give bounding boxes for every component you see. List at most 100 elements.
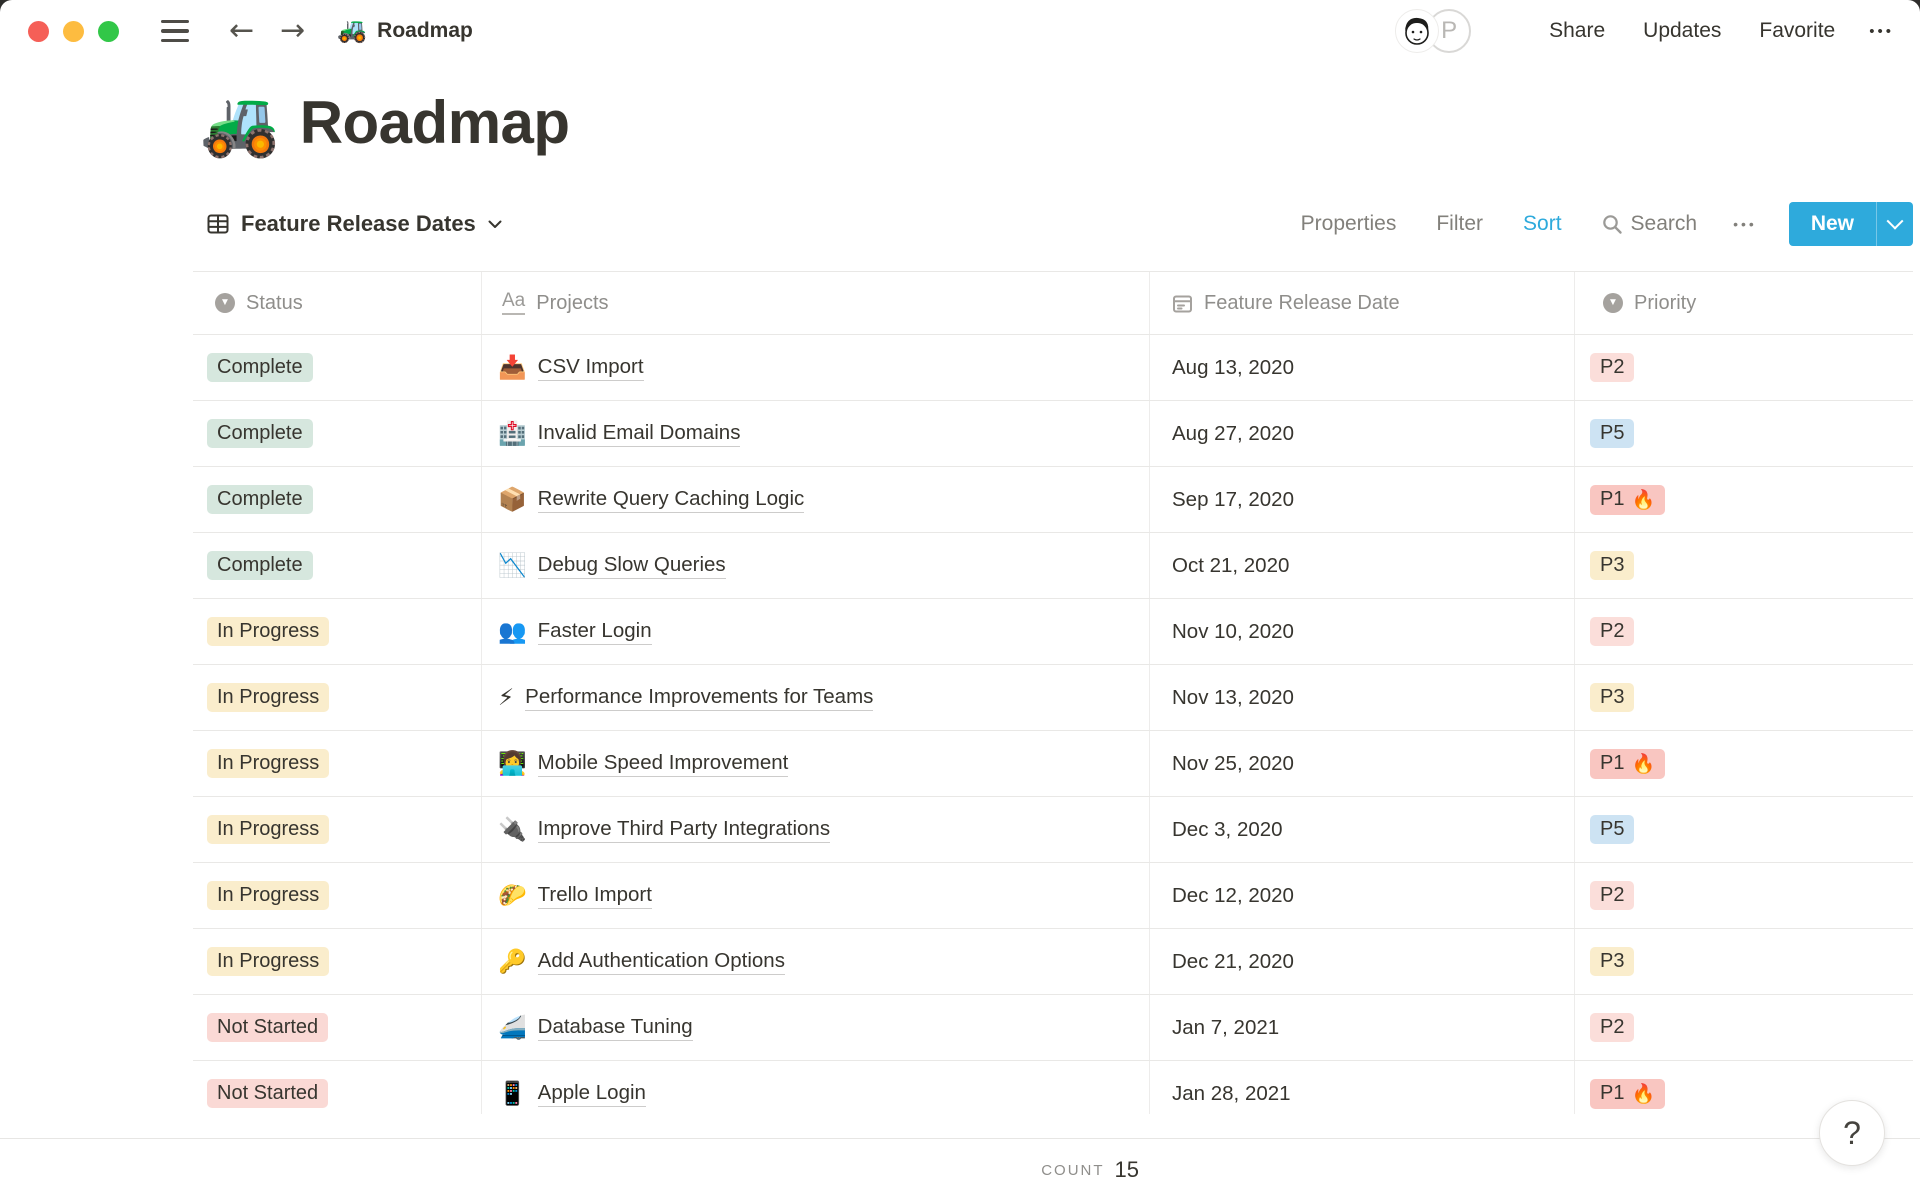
project-cell[interactable]: 🔑 Add Authentication Options	[482, 929, 1150, 994]
forward-arrow-icon[interactable]: →	[280, 16, 305, 46]
zoom-window-button[interactable]	[98, 20, 119, 42]
priority-badge[interactable]: P1 🔥	[1590, 484, 1666, 515]
count-calculation[interactable]: COUNT 15	[1041, 1139, 1139, 1200]
project-cell[interactable]: 👥 Faster Login	[482, 599, 1150, 664]
date-cell[interactable]: Jan 28, 2021	[1150, 1061, 1575, 1114]
status-cell[interactable]: In Progress	[193, 599, 482, 664]
status-badge[interactable]: Not Started	[207, 1013, 329, 1042]
priority-badge[interactable]: P3 🔥	[1590, 683, 1635, 712]
priority-cell[interactable]: P5 🔥	[1575, 401, 1913, 466]
project-link[interactable]: Mobile Speed Improvement	[537, 751, 789, 777]
favorite-button[interactable]: Favorite	[1759, 19, 1835, 43]
column-header-release-date[interactable]: Feature Release Date	[1150, 272, 1575, 334]
column-header-priority[interactable]: ▼ Priority	[1575, 272, 1913, 334]
search-button[interactable]: Search	[1602, 212, 1697, 236]
project-link[interactable]: Invalid Email Domains	[537, 421, 741, 447]
close-window-button[interactable]	[28, 20, 49, 42]
status-badge[interactable]: In Progress	[207, 881, 330, 910]
status-badge[interactable]: Complete	[207, 419, 313, 448]
sort-button[interactable]: Sort	[1523, 212, 1562, 236]
filter-button[interactable]: Filter	[1436, 212, 1483, 236]
project-link[interactable]: Improve Third Party Integrations	[537, 817, 831, 843]
status-badge[interactable]: In Progress	[207, 683, 330, 712]
priority-cell[interactable]: P3 🔥	[1575, 929, 1913, 994]
date-cell[interactable]: Oct 21, 2020	[1150, 533, 1575, 598]
project-link[interactable]: Apple Login	[537, 1081, 646, 1107]
status-badge[interactable]: Complete	[207, 485, 313, 514]
project-link[interactable]: Rewrite Query Caching Logic	[537, 487, 805, 513]
project-cell[interactable]: 🌮 Trello Import	[482, 863, 1150, 928]
status-badge[interactable]: Complete	[207, 353, 313, 382]
status-badge[interactable]: Complete	[207, 551, 313, 580]
date-cell[interactable]: Nov 10, 2020	[1150, 599, 1575, 664]
project-cell[interactable]: 📥 CSV Import	[482, 335, 1150, 400]
status-cell[interactable]: Complete	[193, 335, 482, 400]
date-cell[interactable]: Aug 27, 2020	[1150, 401, 1575, 466]
back-arrow-icon[interactable]: ←	[229, 16, 254, 46]
status-cell[interactable]: In Progress	[193, 929, 482, 994]
status-cell[interactable]: In Progress	[193, 797, 482, 862]
priority-cell[interactable]: P3 🔥	[1575, 533, 1913, 598]
project-link[interactable]: Debug Slow Queries	[537, 553, 726, 579]
priority-badge[interactable]: P5 🔥	[1590, 419, 1635, 448]
priority-cell[interactable]: P3 🔥	[1575, 665, 1913, 730]
status-cell[interactable]: Not Started	[193, 995, 482, 1060]
share-button[interactable]: Share	[1549, 19, 1605, 43]
project-cell[interactable]: 📉 Debug Slow Queries	[482, 533, 1150, 598]
new-button-label[interactable]: New	[1789, 202, 1876, 246]
more-options-icon[interactable]: •••	[1869, 23, 1894, 40]
priority-badge[interactable]: P2 🔥	[1590, 617, 1635, 646]
project-cell[interactable]: 🏥 Invalid Email Domains	[482, 401, 1150, 466]
priority-badge[interactable]: P2 🔥	[1590, 353, 1635, 382]
priority-cell[interactable]: P1 🔥	[1575, 731, 1913, 796]
help-button[interactable]: ?	[1819, 1100, 1885, 1166]
priority-cell[interactable]: P2 🔥	[1575, 335, 1913, 400]
project-link[interactable]: Faster Login	[537, 619, 652, 645]
project-link[interactable]: Database Tuning	[537, 1015, 693, 1041]
status-cell[interactable]: Complete	[193, 533, 482, 598]
date-cell[interactable]: Nov 13, 2020	[1150, 665, 1575, 730]
status-cell[interactable]: In Progress	[193, 863, 482, 928]
priority-cell[interactable]: P5 🔥	[1575, 797, 1913, 862]
status-badge[interactable]: In Progress	[207, 749, 330, 778]
priority-cell[interactable]: P2 🔥	[1575, 995, 1913, 1060]
priority-badge[interactable]: P2 🔥	[1590, 881, 1635, 910]
date-cell[interactable]: Jan 7, 2021	[1150, 995, 1575, 1060]
project-link[interactable]: Add Authentication Options	[537, 949, 785, 975]
date-cell[interactable]: Aug 13, 2020	[1150, 335, 1575, 400]
updates-button[interactable]: Updates	[1643, 19, 1721, 43]
avatar[interactable]	[1395, 9, 1440, 53]
project-cell[interactable]: 📱 Apple Login	[482, 1061, 1150, 1114]
page-tractor-emoji-icon[interactable]: 🚜	[200, 91, 280, 155]
project-cell[interactable]: 👩‍💻 Mobile Speed Improvement	[482, 731, 1150, 796]
status-badge[interactable]: In Progress	[207, 815, 330, 844]
status-cell[interactable]: In Progress	[193, 665, 482, 730]
priority-cell[interactable]: P1 🔥	[1575, 467, 1913, 532]
status-badge[interactable]: In Progress	[207, 617, 330, 646]
new-button-dropdown[interactable]	[1876, 202, 1913, 246]
project-link[interactable]: CSV Import	[537, 355, 644, 381]
breadcrumb[interactable]: 🚜 Roadmap	[337, 19, 473, 43]
new-button[interactable]: New	[1788, 202, 1913, 246]
date-cell[interactable]: Dec 3, 2020	[1150, 797, 1575, 862]
view-more-options-icon[interactable]: •••	[1733, 216, 1757, 232]
priority-badge[interactable]: P1 🔥	[1590, 1078, 1666, 1109]
priority-cell[interactable]: P2 🔥	[1575, 599, 1913, 664]
column-header-status[interactable]: ▼ Status	[193, 272, 482, 334]
priority-badge[interactable]: P3 🔥	[1590, 947, 1635, 976]
project-cell[interactable]: 🔌 Improve Third Party Integrations	[482, 797, 1150, 862]
project-cell[interactable]: 📦 Rewrite Query Caching Logic	[482, 467, 1150, 532]
status-cell[interactable]: Complete	[193, 467, 482, 532]
status-badge[interactable]: Not Started	[207, 1079, 329, 1108]
minimize-window-button[interactable]	[63, 20, 84, 42]
status-cell[interactable]: Not Started	[193, 1061, 482, 1114]
priority-badge[interactable]: P5 🔥	[1590, 815, 1635, 844]
project-link[interactable]: Performance Improvements for Teams	[525, 685, 874, 711]
priority-badge[interactable]: P3 🔥	[1590, 551, 1635, 580]
project-link[interactable]: Trello Import	[537, 883, 652, 909]
project-cell[interactable]: ⚡ Performance Improvements for Teams	[482, 665, 1150, 730]
sidebar-menu-icon[interactable]	[161, 19, 189, 43]
date-cell[interactable]: Dec 21, 2020	[1150, 929, 1575, 994]
view-switcher[interactable]: Feature Release Dates	[193, 211, 502, 237]
priority-badge[interactable]: P1 🔥	[1590, 748, 1666, 779]
